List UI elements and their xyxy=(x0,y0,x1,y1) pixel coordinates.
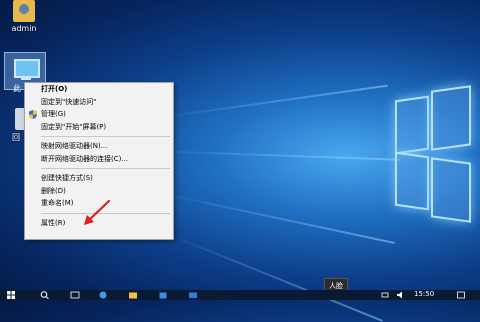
menu-item-create-shortcut[interactable]: 创建快捷方式(S) xyxy=(25,172,173,185)
task-view-icon[interactable] xyxy=(70,291,80,299)
shield-icon xyxy=(29,110,37,119)
volume-icon[interactable] xyxy=(396,291,406,299)
edge-icon[interactable] xyxy=(98,291,108,299)
user-folder-icon xyxy=(13,0,35,22)
mail-icon[interactable] xyxy=(188,291,198,299)
menu-separator xyxy=(41,168,170,169)
wallpaper-light-ray xyxy=(159,230,383,322)
menu-item-pin-quick-access[interactable]: 固定到"快速访问" xyxy=(25,96,173,109)
desktop-icon-admin[interactable]: admin xyxy=(4,0,44,33)
file-explorer-icon[interactable] xyxy=(128,291,138,299)
wallpaper-light-ray xyxy=(149,150,400,161)
store-icon[interactable] xyxy=(158,291,168,299)
computer-icon xyxy=(14,59,40,78)
annotation-arrow-icon xyxy=(84,199,111,225)
desktop-icon-label: admin xyxy=(11,24,37,33)
desktop-icon-label: 此 xyxy=(13,84,21,93)
menu-separator xyxy=(41,136,170,137)
menu-item-manage[interactable]: 管理(G) xyxy=(25,108,173,121)
menu-item-pin-start[interactable]: 固定到"开始"屏幕(P) xyxy=(25,121,173,134)
search-icon[interactable] xyxy=(40,291,50,299)
windows-start-icon[interactable] xyxy=(6,291,16,299)
menu-item-map-network-drive[interactable]: 映射网络驱动器(N)... xyxy=(25,140,173,153)
windows-wallpaper-logo xyxy=(395,80,471,230)
taskbar: 15:50 xyxy=(0,290,480,300)
wallpaper-light-ray xyxy=(149,190,395,244)
menu-item-delete[interactable]: 删除(D) xyxy=(25,185,173,198)
network-icon[interactable] xyxy=(380,291,390,299)
wallpaper-light-ray xyxy=(149,84,388,120)
menu-item-disconnect-network-drive[interactable]: 断开网络驱动器的连接(C)... xyxy=(25,153,173,166)
menu-item-open[interactable]: 打开(O) xyxy=(25,83,173,96)
notification-icon[interactable] xyxy=(456,291,466,299)
taskbar-clock[interactable]: 15:50 xyxy=(414,290,434,298)
